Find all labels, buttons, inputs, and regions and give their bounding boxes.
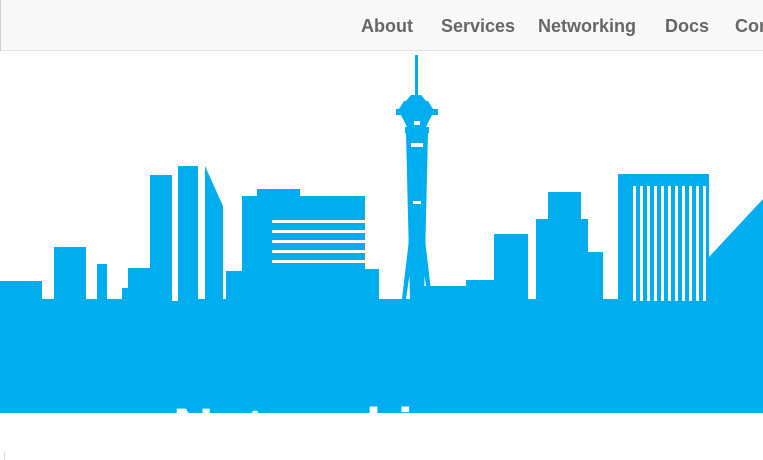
main-nav: About Services Networking Docs Contact: [0, 0, 763, 51]
hero-banner: Networking: [0, 51, 763, 413]
page-title: Networking: [173, 393, 483, 413]
top-navbar: About Services Networking Docs Contact: [0, 0, 763, 51]
nav-item-about[interactable]: About: [361, 15, 413, 37]
nav-item-services[interactable]: Services: [441, 15, 515, 37]
nav-item-contact[interactable]: Contact: [735, 15, 763, 37]
content-area: [0, 413, 763, 460]
nav-item-docs[interactable]: Docs: [665, 15, 709, 37]
nav-item-networking[interactable]: Networking: [538, 15, 636, 37]
content-edge-marker: [4, 452, 5, 460]
skyline-illustration: [0, 55, 763, 413]
